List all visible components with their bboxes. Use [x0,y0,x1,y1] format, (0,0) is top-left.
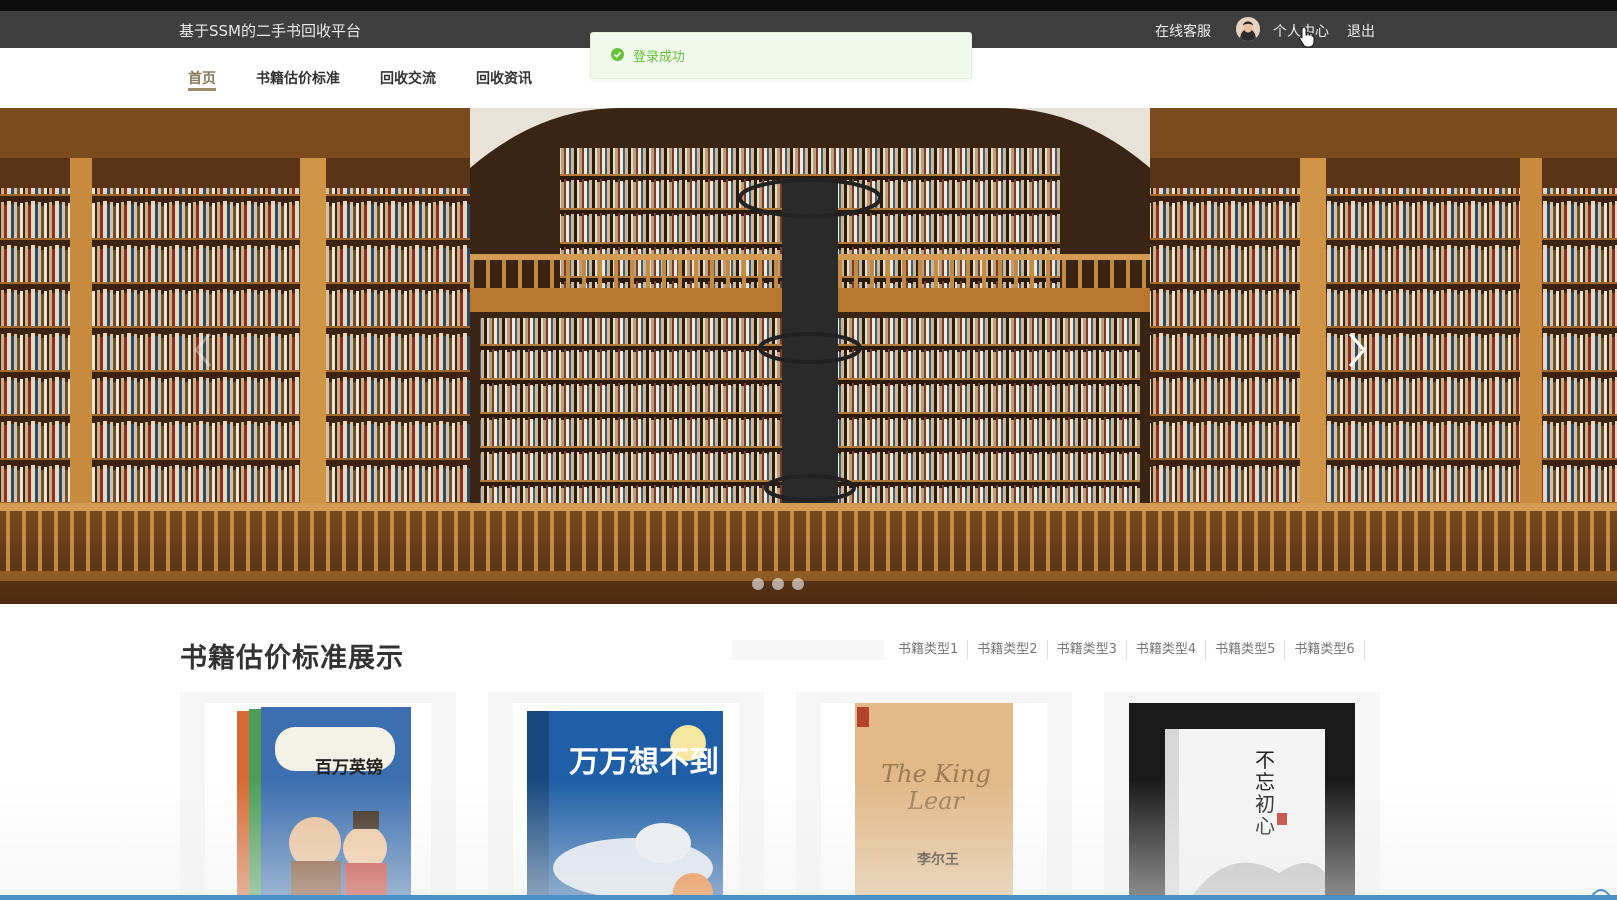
category-tab[interactable]: 书籍类型6 [1285,640,1365,660]
book-cover: The King Lear 李尔王 [821,703,1047,900]
book-card[interactable]: 万万想不到 [488,692,764,900]
nav-item-valuation-standard[interactable]: 书籍估价标准 [256,68,340,88]
library-banner-image [0,108,1617,604]
book-cover: 不忘初心 [1129,703,1355,900]
book-cover-image [1129,703,1355,900]
section-title: 书籍估价标准展示 [180,643,404,674]
logout-link[interactable]: 退出 [1347,21,1375,41]
success-toast: 登录成功 [590,32,972,79]
category-tab[interactable]: 书籍类型4 [1127,640,1207,660]
book-title: 万万想不到 [569,745,719,780]
toast-message: 登录成功 [633,50,686,65]
nav-item-recycle-exchange[interactable]: 回收交流 [380,68,436,88]
nav-item-home[interactable]: 首页 [188,68,216,88]
online-service-link[interactable]: 在线客服 [1155,21,1211,41]
book-card[interactable]: 不忘初心 [1104,692,1380,900]
book-card[interactable]: 百万英镑 [180,692,456,900]
book-title: 百万英镑 [315,758,383,778]
carousel-indicators [752,578,804,590]
category-tab[interactable]: 书籍类型2 [968,640,1048,660]
carousel-next-arrow-icon[interactable] [1344,330,1370,370]
carousel-dot[interactable] [772,578,784,590]
top-strip [0,0,1617,11]
book-cover-image [513,703,739,900]
hand-cursor-icon [1299,26,1315,48]
book-cover: 万万想不到 [513,703,739,900]
category-filter-box [732,640,884,660]
site-title: 基于SSM的二手书回收平台 [179,22,361,40]
nav-item-recycle-news[interactable]: 回收资讯 [476,68,532,88]
user-avatar-icon [1236,17,1260,41]
success-check-icon [611,48,624,61]
book-cover: 百万英镑 [205,703,431,900]
hero-carousel[interactable] [0,108,1617,604]
book-title: The King Lear [881,760,991,815]
book-title: 不忘初心 [1255,748,1275,838]
book-card[interactable]: The King Lear 李尔王 [796,692,1072,900]
category-tab[interactable]: 书籍类型5 [1206,640,1286,660]
book-cover-image [205,703,431,900]
category-tab[interactable]: 书籍类型3 [1048,640,1127,660]
bottom-accent-bar [0,895,1617,900]
nav-active-underline [188,88,216,91]
carousel-dot[interactable] [752,578,764,590]
avatar[interactable] [1236,17,1260,41]
carousel-prev-arrow-icon[interactable] [190,330,216,370]
carousel-dot[interactable] [792,578,804,590]
scroll-top-icon[interactable] [1590,884,1612,898]
category-tabs: 书籍类型1 书籍类型2 书籍类型3 书籍类型4 书籍类型5 书籍类型6 [898,640,1365,660]
book-subtitle: 李尔王 [917,852,959,868]
category-tab[interactable]: 书籍类型1 [898,640,969,660]
